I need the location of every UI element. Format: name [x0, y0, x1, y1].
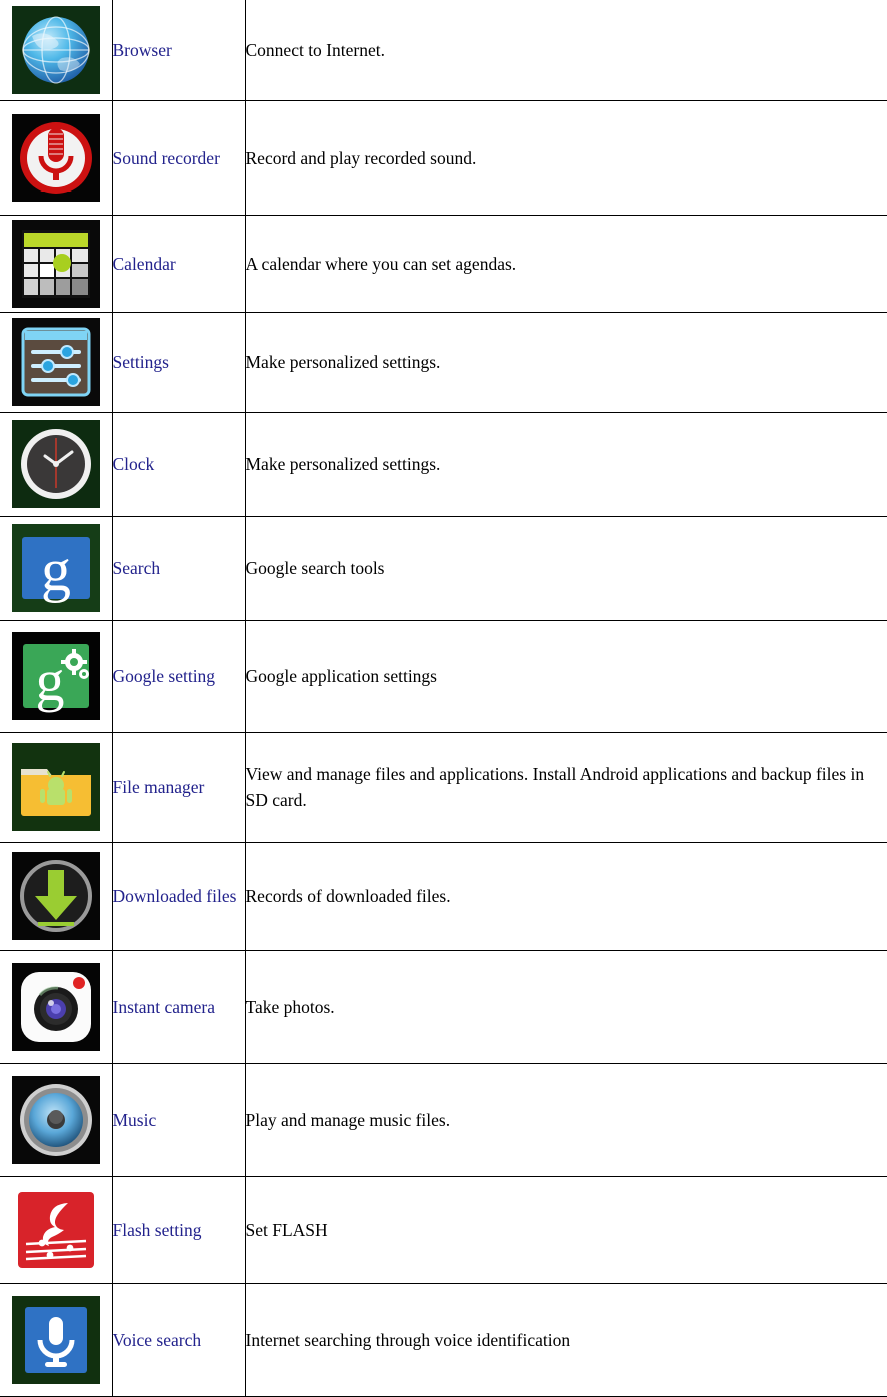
table-cell-icon — [0, 0, 113, 101]
table-row: Instant camera Take photos. — [0, 949, 887, 1064]
app-name: Downloaded files — [112, 841, 246, 951]
app-description: View and manage files and applications. … — [245, 731, 887, 843]
app-description: Make personalized settings. — [245, 311, 887, 413]
sound-recorder-microphone-icon — [11, 113, 100, 202]
table-cell-icon — [0, 214, 113, 313]
table-cell-icon: g — [0, 619, 113, 733]
app-description: Internet searching through voice identif… — [245, 1282, 887, 1397]
settings-sliders-icon — [11, 318, 100, 406]
app-name: Flash setting — [112, 1175, 246, 1284]
table-row: File manager View and manage files and a… — [0, 731, 887, 843]
app-description: Record and play recorded sound. — [245, 99, 887, 216]
file-manager-folder-icon — [11, 743, 100, 831]
table-row: Voice search Internet searching through … — [0, 1282, 887, 1397]
flash-setting-icon — [11, 1185, 100, 1274]
app-name: Browser — [112, 0, 246, 101]
app-description: Connect to Internet. — [245, 0, 887, 101]
table-row: g Google setting Google application sett… — [0, 619, 887, 733]
table-row: Clock Make personalized settings. — [0, 411, 887, 517]
table-cell-icon — [0, 1175, 113, 1284]
calendar-icon — [11, 219, 100, 308]
table-row: Music Play and manage music files. — [0, 1062, 887, 1177]
table-row: g Search Google search tools — [0, 515, 887, 621]
app-name: Instant camera — [112, 949, 246, 1064]
app-name: Sound recorder — [112, 99, 246, 216]
instant-camera-icon — [11, 962, 100, 1051]
app-name: Clock — [112, 411, 246, 517]
table-cell-icon — [0, 1062, 113, 1177]
table-row: Settings Make personalized settings. — [0, 311, 887, 413]
app-name: Google setting — [112, 619, 246, 733]
app-description: Make personalized settings. — [245, 411, 887, 517]
app-description: Play and manage music files. — [245, 1062, 887, 1177]
table-cell-icon — [0, 731, 113, 843]
app-name: File manager — [112, 731, 246, 843]
table-cell-icon — [0, 1282, 113, 1397]
table-cell-icon — [0, 99, 113, 216]
google-search-g-icon: g — [11, 524, 100, 612]
table-row: Calendar A calendar where you can set ag… — [0, 214, 887, 313]
table-cell-icon — [0, 311, 113, 413]
app-description: Take photos. — [245, 949, 887, 1064]
app-description: Records of downloaded files. — [245, 841, 887, 951]
table-row: Flash setting Set FLASH — [0, 1175, 887, 1284]
svg-text:g: g — [41, 537, 71, 603]
table-row: Downloaded files Records of downloaded f… — [0, 841, 887, 951]
voice-search-microphone-icon — [11, 1295, 100, 1384]
svg-text:g: g — [35, 648, 64, 713]
app-description: A calendar where you can set agendas. — [245, 214, 887, 313]
table-cell-icon: g — [0, 515, 113, 621]
application-list-table: Browser Connect to Internet. Sound recor… — [0, 0, 887, 1397]
app-name: Calendar — [112, 214, 246, 313]
table-cell-icon — [0, 841, 113, 951]
table-row: Browser Connect to Internet. — [0, 0, 887, 101]
browser-globe-icon — [11, 5, 100, 94]
app-name: Voice search — [112, 1282, 246, 1397]
app-name: Settings — [112, 311, 246, 413]
downloaded-files-arrow-icon — [11, 852, 100, 940]
clock-analog-icon — [11, 420, 100, 508]
table-cell-icon — [0, 411, 113, 517]
music-speaker-icon — [11, 1075, 100, 1164]
table-cell-icon — [0, 949, 113, 1064]
google-setting-g-gear-icon: g — [11, 632, 100, 720]
table-row: Sound recorder Record and play recorded … — [0, 99, 887, 216]
app-description: Google application settings — [245, 619, 887, 733]
app-name: Music — [112, 1062, 246, 1177]
app-description: Set FLASH — [245, 1175, 887, 1284]
app-name: Search — [112, 515, 246, 621]
app-description: Google search tools — [245, 515, 887, 621]
